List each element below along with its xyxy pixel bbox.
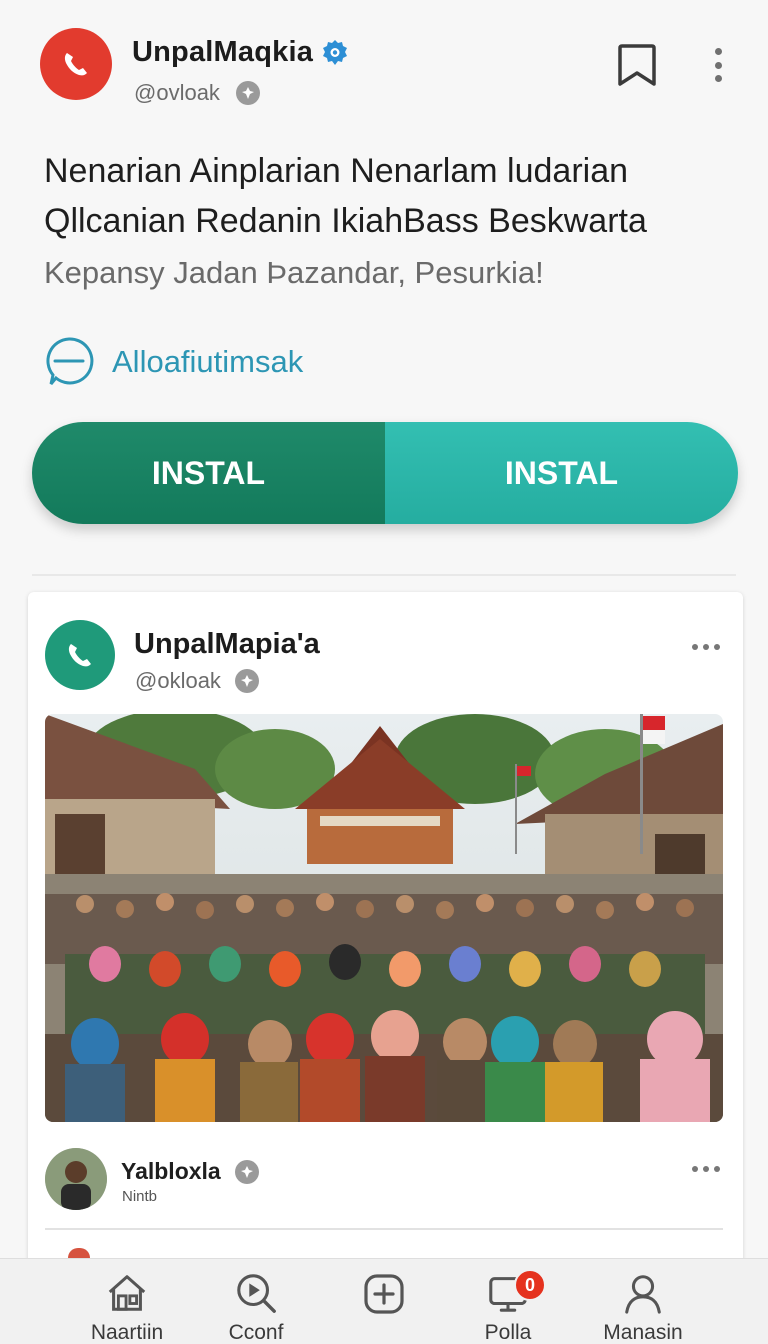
nav-add[interactable] — [324, 1271, 444, 1344]
phone-avatar-icon[interactable] — [40, 28, 112, 100]
nav-profile[interactable]: Manasin — [583, 1271, 703, 1344]
post-line-1: Nenarian Ainplarian Nenarlam ludarian — [44, 152, 629, 190]
post-body: Nenarian Ainplarian Nenarlam ludarian Ql… — [44, 146, 734, 298]
post-line-2: Qllcanian Redanin IkiahBass Beskwarta — [44, 202, 647, 240]
globe-icon — [234, 669, 259, 693]
next-item-avatar — [68, 1248, 90, 1258]
nav-home[interactable]: Naartiin — [67, 1271, 187, 1344]
post-subline: Kepansy Jadan Þazandar, Pesurkia! — [44, 255, 544, 290]
nav-content-label: Cconf — [228, 1321, 284, 1344]
nav-home-label: Naartiin — [90, 1321, 164, 1344]
verified-badge-icon — [323, 39, 348, 65]
bottom-navigation: Naartiin Cconf 0 Polla Manasin — [0, 1258, 768, 1344]
install-button-secondary[interactable]: INSTAL — [385, 422, 738, 524]
nav-polla-label: Polla — [484, 1321, 532, 1344]
profile-icon — [625, 1275, 661, 1314]
install-button-group: INSTAL INSTAL — [32, 422, 738, 524]
phone-avatar-icon[interactable] — [45, 620, 115, 690]
link-row[interactable]: Alloafiutimsak — [44, 336, 303, 388]
post-card: UnpalMapia'a @okloak Yalbloxla Nintb — [28, 592, 743, 1272]
card-handle-row: @okloak — [135, 668, 259, 694]
commenter-avatar[interactable] — [45, 1148, 107, 1210]
handle-row: @ovloak — [134, 80, 260, 106]
card-divider — [45, 1228, 723, 1230]
account-name[interactable]: UnpalMaqkia — [132, 36, 313, 69]
top-post-header: UnpalMaqkia @ovloak — [40, 28, 740, 106]
bookmark-icon[interactable] — [616, 42, 658, 88]
account-handle: @ovloak — [134, 80, 220, 105]
commenter-name-row: Yalbloxla — [121, 1158, 259, 1185]
add-icon — [364, 1274, 404, 1314]
home-icon — [108, 1275, 146, 1311]
nav-profile-label: Manasin — [603, 1321, 683, 1344]
section-divider — [32, 574, 736, 576]
more-options-icon[interactable] — [708, 48, 728, 82]
comment-more-options-icon[interactable] — [692, 1166, 720, 1172]
commenter-subtext: Nintb — [122, 1188, 158, 1205]
globe-icon — [235, 81, 260, 105]
post-photo[interactable] — [45, 714, 723, 1122]
account-name-row: UnpalMaqkia — [132, 36, 349, 69]
install-button-primary[interactable]: INSTAL — [32, 422, 385, 524]
globe-icon — [234, 1159, 259, 1184]
chat-bubble-icon — [46, 337, 94, 385]
nav-content[interactable]: Cconf — [196, 1271, 316, 1344]
play-search-icon — [237, 1274, 276, 1313]
card-account-name[interactable]: UnpalMapia'a — [134, 628, 320, 661]
card-handle: @okloak — [135, 668, 221, 693]
commenter-name[interactable]: Yalbloxla — [121, 1158, 221, 1185]
link-text[interactable]: Alloafiutimsak — [112, 344, 303, 380]
notification-badge: 0 — [514, 1269, 546, 1301]
card-more-options-icon[interactable] — [692, 644, 720, 650]
nav-polla[interactable]: 0 Polla — [448, 1269, 568, 1344]
